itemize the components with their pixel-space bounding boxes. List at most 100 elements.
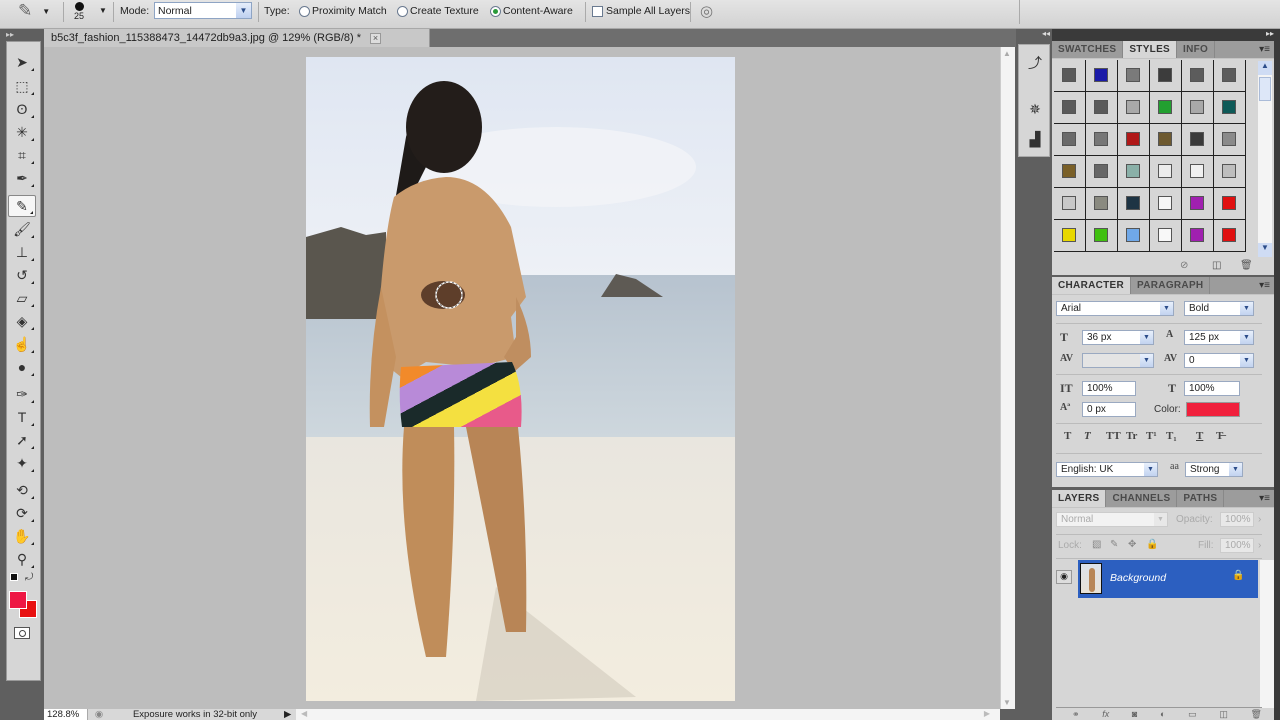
horizontal-scale-field[interactable]: 100% [1184, 381, 1240, 396]
font-style-button[interactable]: T [1196, 430, 1203, 442]
style-preset[interactable] [1054, 156, 1086, 188]
scroll-up-icon[interactable]: ▲ [1003, 49, 1011, 58]
3d-rotate-tool[interactable]: ⟲ [8, 479, 36, 501]
eyedropper-tool[interactable]: ✒ [8, 167, 36, 189]
scroll-down-icon[interactable]: ▼ [1258, 243, 1272, 257]
new-group-icon[interactable]: ▭ [1188, 709, 1197, 720]
style-preset[interactable] [1086, 124, 1118, 156]
3d-orbit-tool[interactable]: ⟳ [8, 502, 36, 524]
vertical-scrollbar[interactable]: ▲ ▼ [1000, 47, 1015, 709]
blend-mode-select[interactable]: Normal ▼ [1056, 512, 1168, 527]
style-preset[interactable] [1086, 220, 1118, 252]
style-preset[interactable] [1150, 156, 1182, 188]
histogram-icon[interactable]: ▟ [1025, 129, 1045, 149]
style-preset[interactable] [1118, 124, 1150, 156]
quick-mask-button[interactable] [14, 627, 30, 639]
font-style-button[interactable]: T₁ [1166, 430, 1177, 442]
style-preset[interactable] [1214, 60, 1246, 92]
new-style-icon[interactable]: ◫ [1212, 260, 1221, 271]
pen-tool[interactable]: ✑ [8, 383, 36, 405]
tab-info[interactable]: INFO [1177, 41, 1216, 58]
dodge-tool[interactable]: ● [8, 356, 36, 378]
tool-preset-picker[interactable]: ✎ ▼ [18, 0, 50, 22]
scroll-right-icon[interactable]: ▶ [984, 709, 990, 718]
history-brush-tool[interactable]: ↺ [8, 264, 36, 286]
mode-select[interactable]: Normal ▼ [154, 2, 252, 19]
status-info-icon[interactable]: ◉ [88, 709, 110, 720]
path-selection-tool[interactable]: ➚ [8, 429, 36, 451]
brush-picker[interactable]: 25 [74, 0, 84, 24]
fill-slider-arrow[interactable]: › [1258, 540, 1261, 551]
delete-style-icon[interactable]: 🗑 [1240, 260, 1253, 271]
font-style-button[interactable]: Tr [1126, 430, 1137, 442]
tab-styles[interactable]: STYLES [1123, 41, 1178, 58]
font-style-button[interactable]: TT [1106, 430, 1121, 442]
tab-paths[interactable]: PATHS [1177, 490, 1225, 507]
style-preset[interactable] [1182, 92, 1214, 124]
style-preset[interactable] [1054, 60, 1086, 92]
panel-menu-icon[interactable]: ▾≡ [1259, 493, 1270, 504]
tab-layers[interactable]: LAYERS [1052, 490, 1107, 507]
horizontal-scrollbar[interactable]: ◀ ▶ [295, 709, 1000, 720]
layer-name[interactable]: Background [1110, 572, 1166, 584]
tab-paragraph[interactable]: PARAGRAPH [1131, 277, 1211, 294]
brush-tool[interactable]: 🖌 [8, 218, 36, 240]
style-preset[interactable] [1054, 92, 1086, 124]
new-layer-icon[interactable]: ◫ [1219, 709, 1228, 720]
language-select[interactable]: English: UK ▼ [1056, 462, 1158, 477]
spot-healing-brush-tool[interactable]: ✎ [8, 195, 36, 217]
style-preset[interactable] [1182, 220, 1214, 252]
antialias-select[interactable]: Strong ▼ [1185, 462, 1243, 477]
style-preset[interactable] [1054, 220, 1086, 252]
foreground-color-swatch[interactable] [9, 591, 27, 609]
sample-all-layers-checkbox[interactable]: Sample All Layers [592, 0, 690, 22]
default-colors-icon[interactable] [10, 573, 18, 581]
navigator-icon[interactable]: ✵ [1025, 99, 1045, 119]
style-preset[interactable] [1118, 60, 1150, 92]
tab-swatches[interactable]: SWATCHES [1052, 41, 1124, 58]
layer-style-fx-icon[interactable]: fx [1102, 709, 1109, 720]
crop-tool[interactable]: ⌗ [8, 144, 36, 166]
style-preset[interactable] [1086, 156, 1118, 188]
layers-scrollbar[interactable] [1260, 560, 1274, 708]
delete-layer-icon[interactable]: 🗑 [1251, 709, 1262, 720]
lasso-tool[interactable]: ʘ [8, 98, 36, 120]
baseline-shift-field[interactable]: 0 px [1082, 402, 1136, 417]
style-preset[interactable] [1118, 188, 1150, 220]
document-tab[interactable]: b5c3f_fashion_115388473_14472db9a3.jpg @… [44, 29, 430, 47]
style-preset[interactable] [1182, 124, 1214, 156]
expand-panels-icon[interactable]: ◂◂ [1042, 29, 1050, 38]
opacity-field[interactable]: 100% [1220, 512, 1254, 527]
style-preset[interactable] [1150, 124, 1182, 156]
lock-transparency-icon[interactable]: ▧ [1092, 539, 1101, 550]
style-preset[interactable] [1182, 188, 1214, 220]
style-preset[interactable] [1054, 188, 1086, 220]
lock-all-icon[interactable]: 🔒 [1146, 539, 1158, 550]
font-size-field[interactable]: 36 px ▼ [1082, 330, 1154, 345]
style-preset[interactable] [1182, 156, 1214, 188]
link-layers-icon[interactable]: ⚭ [1072, 709, 1080, 720]
layer-row[interactable]: ◉ Background 🔒 [1052, 560, 1258, 598]
style-preset[interactable] [1118, 92, 1150, 124]
style-preset[interactable] [1214, 220, 1246, 252]
style-preset[interactable] [1150, 92, 1182, 124]
font-style-select[interactable]: Bold ▼ [1184, 301, 1254, 316]
font-style-button[interactable]: T [1064, 430, 1071, 442]
scroll-thumb[interactable] [1259, 77, 1271, 101]
paint-bucket-tool[interactable]: ◈ [8, 310, 36, 332]
style-preset[interactable] [1214, 156, 1246, 188]
style-preset[interactable] [1214, 188, 1246, 220]
style-preset[interactable] [1086, 60, 1118, 92]
blur-tool[interactable]: ☝ [8, 333, 36, 355]
clear-style-icon[interactable]: ⊘ [1180, 260, 1188, 271]
font-style-button[interactable]: T¹ [1146, 430, 1157, 442]
collapse-toolbox-icon[interactable]: ▸▸ [6, 30, 14, 39]
marquee-tool[interactable]: ⬚ [8, 75, 36, 97]
styles-scrollbar[interactable]: ▲ ▼ [1258, 61, 1272, 257]
font-style-button[interactable]: T̶ [1216, 430, 1223, 442]
style-preset[interactable] [1150, 220, 1182, 252]
lock-position-icon[interactable]: ✥ [1128, 539, 1136, 550]
tab-channels[interactable]: CHANNELS [1106, 490, 1178, 507]
adjustment-layer-icon[interactable]: ◐ [1160, 709, 1165, 720]
zoom-level[interactable]: 128.8% [44, 709, 88, 720]
